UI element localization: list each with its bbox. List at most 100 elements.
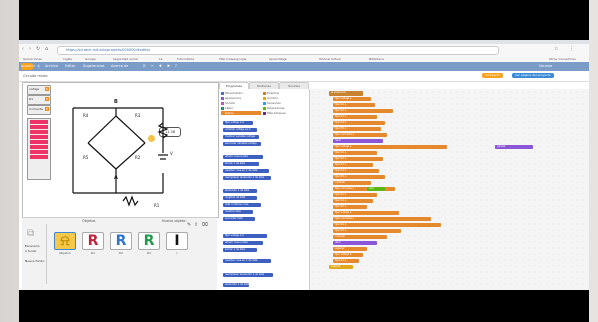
category-operators[interactable]: Operadores <box>263 106 303 110</box>
category-sound[interactable]: Sonido <box>221 101 261 105</box>
bookmark-apps[interactable]: Aplicaciones <box>23 57 42 61</box>
globe-icon[interactable]: ◎ <box>37 64 40 68</box>
palette-block[interactable]: esconder variable voltaje <box>223 142 261 146</box>
sprite-thumb[interactable]: R R1 <box>82 232 104 256</box>
palette-block[interactable]: fijar voltaje a 0 <box>223 234 267 238</box>
palette-block[interactable]: longitud de lista <box>223 196 257 200</box>
forward-icon[interactable]: › <box>29 47 34 52</box>
script-block[interactable]: fijar voltaje a <box>333 253 363 257</box>
user-name[interactable]: Usuario <box>539 64 552 68</box>
script-block[interactable]: fijar corriente a <box>333 187 395 191</box>
project-page-button[interactable]: Ver página del proyecto <box>512 73 554 78</box>
scratch-logo[interactable]: SCRATCH <box>21 63 35 70</box>
script-block[interactable]: fijar R2 a <box>333 109 393 113</box>
menu-edit[interactable]: Editar <box>65 64 75 68</box>
operator-block[interactable]: unir <box>367 187 385 191</box>
script-block[interactable]: fijar R4 a <box>333 223 441 227</box>
script-block[interactable]: decir <box>333 139 383 143</box>
bookmark[interactable]: Biblioteca <box>369 57 384 61</box>
stage[interactable]: voltaje 0 R1 0 Corriente 0 11.38 B A R4 … <box>22 82 219 218</box>
script-block[interactable]: fijar corriente a <box>333 217 431 221</box>
palette-block[interactable]: reemplazar elemento 1 de lista <box>223 273 273 277</box>
camera-icon[interactable]: ⌧ <box>202 222 208 228</box>
palette-block[interactable]: elemento 1 de lista <box>223 189 257 193</box>
stage-thumbnail[interactable]: ⧉ Escenario 1 fondo Nuevo fondo: <box>24 224 47 284</box>
category-events[interactable]: Eventos <box>263 91 303 95</box>
palette-block[interactable]: fijar voltaje a 0 <box>223 121 253 125</box>
scripts-area[interactable]: al presionar fijar voltaje a fijar R1 a … <box>310 89 589 290</box>
sprite-thumb[interactable]: R R2 <box>110 232 132 256</box>
script-block[interactable]: fijar R2 a <box>333 199 373 203</box>
category-data[interactable]: Datos <box>221 111 261 115</box>
script-block[interactable]: fijar R2 a <box>333 157 383 161</box>
category-more[interactable]: Más bloques <box>263 111 303 115</box>
palette-block[interactable]: cambiar voltaje en 1 <box>223 128 257 132</box>
shrink-icon[interactable]: ✖ <box>167 64 170 68</box>
star-icon[interactable]: ☆ <box>554 47 559 52</box>
bookmark[interactable]: http://www.google <box>219 57 246 61</box>
bookmark[interactable]: Aprendizaje <box>269 57 287 61</box>
paint-icon[interactable]: ✎ <box>187 222 191 228</box>
script-block[interactable]: esperar <box>333 247 367 251</box>
script-block[interactable]: fijar R5 a <box>333 175 385 179</box>
palette-block[interactable]: mostrar variable voltaje <box>223 135 259 139</box>
script-block[interactable]: fijar corriente a <box>333 133 387 137</box>
palette-block[interactable]: añadir cosa a lista <box>223 155 263 159</box>
script-block[interactable]: fijar R1 a <box>333 193 377 197</box>
category-motion[interactable]: Movimiento <box>221 91 261 95</box>
tab-sounds[interactable]: Sonidos <box>279 82 309 89</box>
sprite-thumb[interactable]: I I <box>166 232 188 256</box>
script-block[interactable]: fijar R5 a <box>333 127 381 131</box>
script-block[interactable]: fijar R3 a <box>333 163 373 167</box>
palette-block[interactable]: reemplazar elemento 1 de lista <box>223 176 271 180</box>
palette-block[interactable]: insertar cosa en 1 de lista <box>223 259 271 263</box>
help-icon[interactable]: ? <box>175 64 177 68</box>
script-block[interactable]: decir <box>333 241 377 245</box>
back-icon[interactable]: ‹ <box>22 47 27 52</box>
tab-costumes[interactable]: Disfraces <box>249 82 279 89</box>
bookmark[interactable]: Tutorial Virtual <box>319 57 341 61</box>
palette-block[interactable]: borrar 1 de lista <box>223 162 259 166</box>
script-block[interactable]: fijar R1 a <box>333 103 375 107</box>
palette-block[interactable]: esconder lista <box>223 217 255 221</box>
category-sensing[interactable]: Sensores <box>263 101 303 105</box>
upload-icon[interactable]: ⇪ <box>194 222 198 228</box>
script-block[interactable]: cambiar <box>333 181 371 185</box>
palette-block[interactable]: lista contiene cosa <box>223 203 261 207</box>
category-control[interactable]: Control <box>263 96 303 100</box>
tab-scripts[interactable]: Programas <box>219 82 249 89</box>
bookmark[interactable]: La <box>159 57 163 61</box>
script-block[interactable]: fijar R3 a <box>333 205 367 209</box>
share-button[interactable]: Compartir <box>482 73 504 78</box>
script-block[interactable]: fijar voltaje a <box>333 97 371 101</box>
cut-icon[interactable]: ✂ <box>151 64 154 68</box>
script-block[interactable]: fijar R3 a <box>333 115 377 119</box>
bookmark[interactable]: Inglés <box>63 57 72 61</box>
script-block[interactable]: fijar R4 a <box>333 121 385 125</box>
bookmark[interactable]: Informática <box>177 57 194 61</box>
palette-block[interactable]: mostrar lista <box>223 210 253 214</box>
bookmark-other[interactable]: Otros marcadores <box>549 57 576 61</box>
reload-icon[interactable]: ↻ <box>36 47 41 52</box>
duplicate-icon[interactable]: ⎘ <box>143 64 146 68</box>
menu-icon[interactable]: ⋮ <box>569 47 574 52</box>
menu-tips[interactable]: Sugerencias <box>83 64 104 68</box>
category-looks[interactable]: Apariencia <box>221 96 261 100</box>
script-block[interactable]: cambiar <box>333 235 387 239</box>
palette-block[interactable]: añadir cosa a lista <box>223 241 263 245</box>
project-title[interactable]: Circuito mixto <box>23 74 48 78</box>
sprite-thumb[interactable]: ⍾ Objeto1 <box>54 232 76 256</box>
script-block[interactable]: fijar voltaje a <box>333 211 399 215</box>
sprite-thumb[interactable]: R R3 <box>138 232 160 256</box>
script-block[interactable]: pensar <box>495 145 533 149</box>
address-bar[interactable]: https://scratch.mit.edu/projects/000000/… <box>57 46 499 55</box>
script-block[interactable]: esperar <box>329 265 353 269</box>
bookmark[interactable]: Seguridad social <box>113 57 138 61</box>
palette-block[interactable]: insertar cosa en 1 de lista <box>223 169 269 173</box>
palette-block[interactable]: borrar 1 de lista <box>223 248 257 252</box>
script-block[interactable]: fijar R4 a <box>333 169 379 173</box>
script-block[interactable]: fijar R1 a <box>333 151 377 155</box>
script-block[interactable]: fijar voltaje a <box>333 145 447 149</box>
menu-about[interactable]: Acerca de <box>111 64 128 68</box>
script-block[interactable]: fijar R5 a <box>333 229 401 233</box>
